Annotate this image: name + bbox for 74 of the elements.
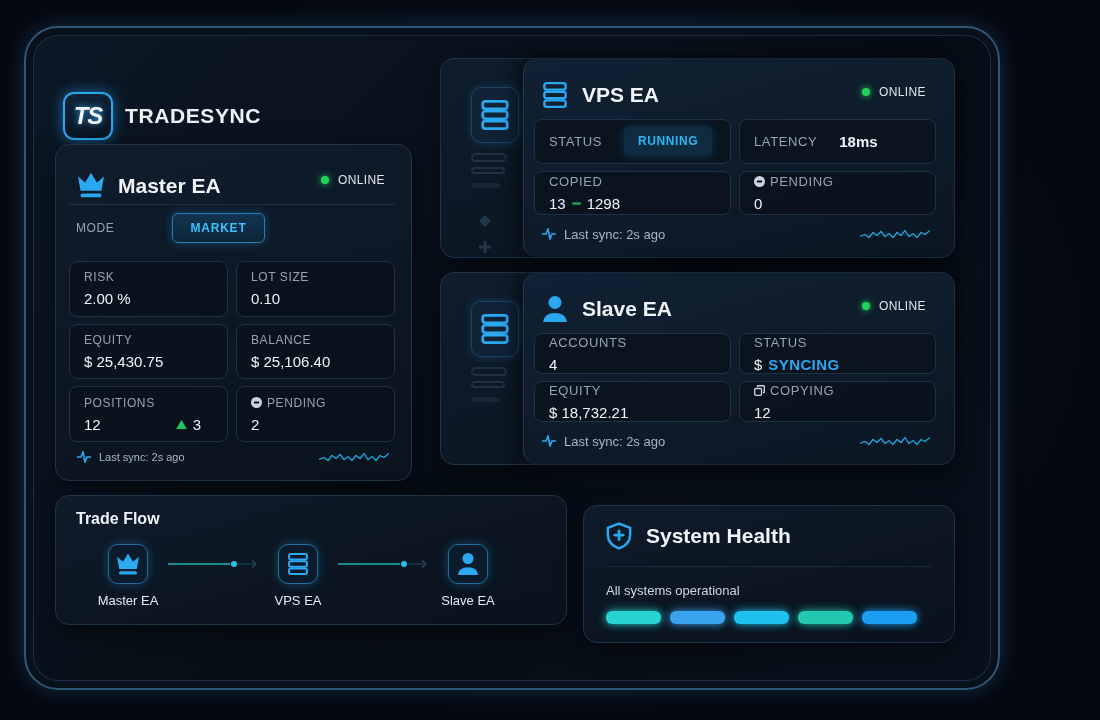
pulse-icon <box>77 451 91 463</box>
card-title: System Health <box>646 524 791 548</box>
stat-value: 1298 <box>586 194 621 212</box>
stat-value: 12 <box>84 415 101 433</box>
dash-icon <box>571 201 581 205</box>
skeleton-lines-icon <box>471 367 507 403</box>
person-icon <box>448 544 488 584</box>
sparkline <box>319 451 389 463</box>
stat-label: LOT SIZE <box>251 270 309 285</box>
mode-button[interactable]: MARKET <box>172 213 265 243</box>
card-title: Slave EA <box>582 297 672 321</box>
status-label: ONLINE <box>878 85 926 99</box>
stat-label: ACCOUNTS <box>549 334 627 350</box>
stat-label: COPYING <box>770 382 835 398</box>
mode-label: MODE <box>76 221 116 235</box>
stat-value: $ 18,732.21 <box>549 403 629 421</box>
node-label: VPS EA <box>274 593 322 608</box>
pulse-icon <box>542 228 556 240</box>
stat-label: RISK <box>84 270 115 285</box>
server-icon <box>471 301 519 357</box>
status-badge: RUNNING <box>623 127 713 156</box>
card-title: VPS EA <box>582 83 660 107</box>
brand-name: TRADESYNC <box>125 104 262 128</box>
node-label: Master EA <box>97 593 159 608</box>
stat-label: POSITIONS <box>84 395 155 410</box>
stat-value: 2.00 % <box>84 290 131 308</box>
stat-label: PENDING <box>267 395 326 410</box>
last-sync-text: Last sync: 2s ago <box>564 433 666 449</box>
person-icon <box>542 296 568 322</box>
brand-logo: TS <box>63 92 113 140</box>
crown-icon <box>108 544 148 584</box>
change-value: 3 <box>192 415 201 433</box>
crown-icon <box>78 172 104 198</box>
last-sync-text: Last sync: 2s ago <box>99 451 185 463</box>
skeleton-lines-icon <box>471 153 507 189</box>
sparkline <box>860 228 930 240</box>
stat-value: $ <box>754 355 763 373</box>
stat-label: COPIED <box>549 173 603 189</box>
shield-plus-icon <box>606 522 632 550</box>
status-label: ONLINE <box>878 299 926 313</box>
stat-label: EQUITY <box>84 333 133 347</box>
stat-value: 12 <box>754 403 771 421</box>
plus-icon <box>479 241 491 253</box>
stat-value: $ 25,430.75 <box>84 353 164 370</box>
trend-up-icon <box>175 419 187 429</box>
stat-label: EQUITY <box>549 382 601 398</box>
card-title: Master EA <box>118 174 221 198</box>
stat-value: 18ms <box>839 132 878 150</box>
stat-value: 13 <box>549 194 566 212</box>
status-message: All systems operational <box>606 583 740 598</box>
stat-label: STATUS <box>754 334 807 350</box>
copy-icon <box>754 384 765 396</box>
pulse-icon <box>542 435 556 447</box>
stat-label: PENDING <box>770 173 834 189</box>
diamond-icon <box>479 215 491 227</box>
server-icon <box>471 87 519 143</box>
status-value: SYNCING <box>768 355 840 373</box>
stat-value: 0.10 <box>251 290 281 308</box>
pending-icon <box>754 175 765 187</box>
section-title: Trade Flow <box>76 510 160 528</box>
status-label: ONLINE <box>337 173 385 187</box>
sparkline <box>860 435 930 447</box>
stat-label: LATENCY <box>754 133 818 149</box>
stat-value: $ 25,106.40 <box>251 353 331 370</box>
stat-label: STATUS <box>549 133 602 149</box>
stat-value: 2 <box>251 415 260 433</box>
node-label: Slave EA <box>441 593 495 608</box>
server-icon <box>542 82 568 108</box>
stat-value: 4 <box>549 355 558 373</box>
pending-icon <box>251 397 262 409</box>
last-sync-text: Last sync: 2s ago <box>564 226 666 242</box>
server-icon <box>278 544 318 584</box>
stat-label: BALANCE <box>251 333 312 347</box>
stat-value: 0 <box>754 194 763 212</box>
